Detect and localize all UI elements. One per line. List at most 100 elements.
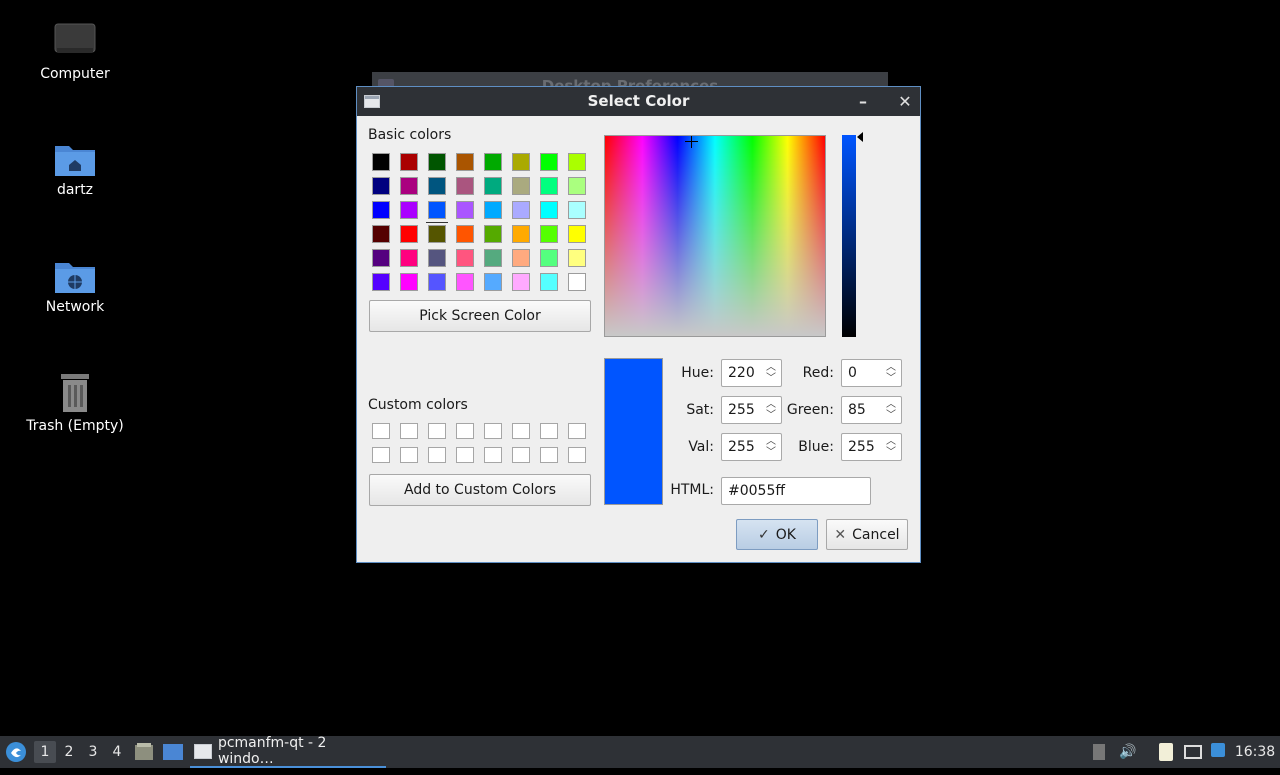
basic-color-swatch[interactable] <box>456 273 474 291</box>
spin-arrows-icon[interactable]: ︿ ﹀ <box>885 436 897 458</box>
spin-arrows-icon[interactable]: ︿ ﹀ <box>885 362 897 384</box>
desktop-icon-trash[interactable]: Trash (Empty) <box>20 372 130 434</box>
basic-color-swatch[interactable] <box>484 177 502 195</box>
basic-color-swatch[interactable] <box>456 249 474 267</box>
red-spinbox[interactable]: 0 ︿ ﹀ <box>841 359 902 387</box>
basic-color-swatch[interactable] <box>428 249 446 267</box>
basic-color-swatch[interactable] <box>484 249 502 267</box>
cancel-button[interactable]: ✕ Cancel <box>826 519 908 550</box>
html-color-input[interactable]: #0055ff <box>721 477 871 505</box>
basic-color-swatch[interactable] <box>512 273 530 291</box>
blue-spinbox[interactable]: 255 ︿ ﹀ <box>841 433 902 461</box>
basic-color-swatch[interactable] <box>568 249 586 267</box>
basic-color-swatch[interactable] <box>428 177 446 195</box>
taskbar-task-pcmanfm[interactable]: pcmanfm-qt - 2 windo… <box>190 735 386 768</box>
basic-color-swatch[interactable] <box>456 201 474 219</box>
green-spinbox[interactable]: 85 ︿ ﹀ <box>841 396 902 424</box>
pick-screen-color-button[interactable]: Pick Screen Color <box>369 300 591 332</box>
basic-color-swatch[interactable] <box>400 153 418 171</box>
basic-color-swatch[interactable] <box>484 225 502 243</box>
custom-color-swatch[interactable] <box>400 447 418 463</box>
basic-color-swatch[interactable] <box>484 273 502 291</box>
spin-arrows-icon[interactable]: ︿ ﹀ <box>885 399 897 421</box>
basic-color-swatch[interactable] <box>428 273 446 291</box>
basic-color-swatch[interactable] <box>540 273 558 291</box>
hue-saturation-spectrum[interactable] <box>604 135 826 337</box>
minimize-button[interactable]: – <box>853 87 873 116</box>
value-slider[interactable] <box>842 135 856 337</box>
basic-color-swatch[interactable] <box>568 153 586 171</box>
basic-color-swatch[interactable] <box>400 201 418 219</box>
notification-button[interactable] <box>1208 736 1228 768</box>
basic-color-swatch[interactable] <box>456 177 474 195</box>
clipboard-button[interactable] <box>1156 736 1176 768</box>
basic-color-swatch[interactable] <box>568 225 586 243</box>
basic-color-swatch[interactable] <box>372 249 390 267</box>
basic-color-swatch[interactable] <box>484 153 502 171</box>
basic-color-swatch[interactable] <box>400 225 418 243</box>
basic-color-swatch[interactable] <box>456 225 474 243</box>
custom-color-swatch[interactable] <box>512 423 530 439</box>
custom-color-swatch[interactable] <box>372 423 390 439</box>
basic-color-swatch[interactable] <box>426 201 448 223</box>
basic-color-swatch[interactable] <box>540 153 558 171</box>
basic-color-swatch[interactable] <box>568 177 586 195</box>
close-button[interactable]: ✕ <box>895 87 915 116</box>
dialog-titlebar[interactable]: Select Color – ✕ <box>357 87 920 116</box>
basic-color-swatch[interactable] <box>372 201 390 219</box>
show-desktop-button[interactable] <box>162 736 184 768</box>
desktop-switch-3[interactable]: 3 <box>82 736 104 768</box>
basic-color-swatch[interactable] <box>400 249 418 267</box>
sat-spinbox[interactable]: 255 ︿ ﹀ <box>721 396 782 424</box>
basic-color-swatch[interactable] <box>540 201 558 219</box>
custom-color-swatch[interactable] <box>484 447 502 463</box>
ok-button[interactable]: ✓ OK <box>736 519 818 550</box>
desktop-switch-4[interactable]: 4 <box>106 736 128 768</box>
basic-color-swatch[interactable] <box>512 177 530 195</box>
custom-color-swatch[interactable] <box>400 423 418 439</box>
basic-color-swatch[interactable] <box>512 225 530 243</box>
custom-color-swatch[interactable] <box>568 423 586 439</box>
basic-color-swatch[interactable] <box>372 225 390 243</box>
basic-color-swatch[interactable] <box>372 153 390 171</box>
custom-color-swatch[interactable] <box>568 447 586 463</box>
desktop-switch-1[interactable]: 1 <box>34 741 56 763</box>
basic-color-swatch[interactable] <box>428 225 446 243</box>
file-manager-launcher[interactable] <box>134 736 154 768</box>
basic-color-swatch[interactable] <box>540 177 558 195</box>
start-menu-button[interactable] <box>4 736 28 768</box>
hue-spinbox[interactable]: 220 ︿ ﹀ <box>721 359 782 387</box>
custom-color-swatch[interactable] <box>428 423 446 439</box>
basic-color-swatch[interactable] <box>428 153 446 171</box>
val-spinbox[interactable]: 255 ︿ ﹀ <box>721 433 782 461</box>
basic-color-swatch[interactable] <box>540 225 558 243</box>
custom-color-swatch[interactable] <box>484 423 502 439</box>
basic-color-swatch[interactable] <box>540 249 558 267</box>
value-slider-arrow-icon[interactable] <box>857 132 863 142</box>
basic-color-swatch[interactable] <box>484 201 502 219</box>
custom-color-swatch[interactable] <box>456 447 474 463</box>
basic-color-swatch[interactable] <box>456 153 474 171</box>
desktop-icon-dartz[interactable]: dartz <box>20 140 130 198</box>
custom-color-swatch[interactable] <box>456 423 474 439</box>
volume-button[interactable]: 🔊 <box>1118 736 1138 768</box>
custom-color-swatch[interactable] <box>540 423 558 439</box>
clock[interactable]: 16:38 <box>1234 736 1276 768</box>
tray-expand-button[interactable] <box>1092 736 1106 768</box>
basic-color-swatch[interactable] <box>512 153 530 171</box>
desktop-switch-2[interactable]: 2 <box>58 736 80 768</box>
basic-color-swatch[interactable] <box>568 201 586 219</box>
basic-color-swatch[interactable] <box>372 177 390 195</box>
basic-color-swatch[interactable] <box>400 177 418 195</box>
desktop-icon-computer[interactable]: Computer <box>20 22 130 82</box>
custom-color-swatch[interactable] <box>372 447 390 463</box>
custom-color-swatch[interactable] <box>540 447 558 463</box>
custom-color-swatch[interactable] <box>512 447 530 463</box>
desktop-icon-network[interactable]: Network <box>20 257 130 315</box>
basic-color-swatch[interactable] <box>512 249 530 267</box>
network-tray-button[interactable] <box>1182 736 1204 768</box>
custom-color-swatch[interactable] <box>428 447 446 463</box>
basic-color-swatch[interactable] <box>512 201 530 219</box>
add-to-custom-colors-button[interactable]: Add to Custom Colors <box>369 474 591 506</box>
basic-color-swatch[interactable] <box>372 273 390 291</box>
